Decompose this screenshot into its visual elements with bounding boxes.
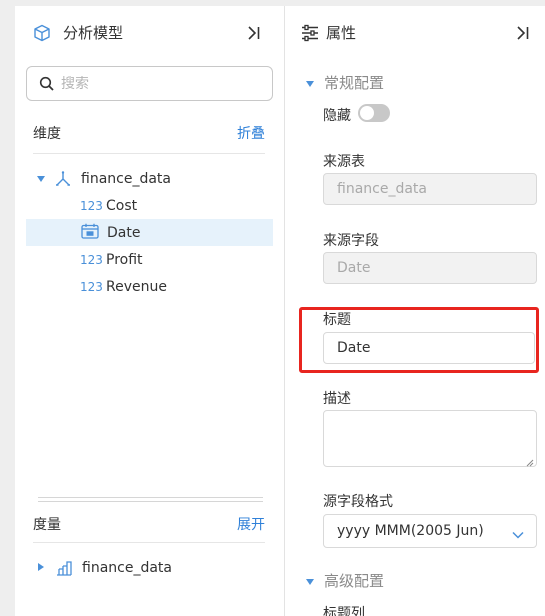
source-field-label: 来源字段	[323, 233, 379, 249]
divider	[33, 542, 265, 543]
general-config-section[interactable]: 常规配置	[305, 72, 384, 93]
description-label: 描述	[323, 391, 351, 407]
model-tree-icon	[54, 170, 72, 188]
measures-header: 度量 展开	[15, 514, 285, 536]
caret-right-icon	[37, 560, 47, 576]
dimensions-header: 维度 折叠	[15, 123, 285, 145]
divider	[33, 153, 265, 154]
title-input[interactable]: Date	[323, 332, 535, 364]
description-textarea[interactable]	[323, 410, 537, 467]
tree-root-dimensions[interactable]: finance_data	[26, 165, 273, 192]
section-title: 高级配置	[324, 572, 385, 590]
tree-root-measures[interactable]: finance_data	[26, 554, 273, 581]
caret-down-icon	[305, 572, 315, 590]
field-item-date[interactable]: Date	[26, 219, 273, 246]
search-box[interactable]	[26, 66, 273, 101]
hidden-toggle[interactable]	[358, 104, 390, 122]
measures-label: 度量	[33, 517, 61, 533]
sliders-icon	[301, 24, 319, 42]
expand-measures-link[interactable]: 展开	[237, 514, 265, 534]
field-item-profit[interactable]: 123 Profit	[26, 246, 273, 273]
resize-grip-icon[interactable]	[525, 455, 534, 467]
collapse-panel-icon[interactable]	[514, 24, 532, 42]
source-table-label: 来源表	[323, 154, 365, 170]
panel-header: 分析模型	[33, 22, 123, 43]
field-item-cost[interactable]: 123 Cost	[26, 192, 273, 219]
toggle-knob	[360, 106, 374, 120]
calendar-icon	[81, 223, 107, 243]
section-title: 常规配置	[324, 74, 385, 92]
format-value: yyyy MMM(2005 Jun)	[337, 523, 484, 539]
caret-down-icon	[305, 74, 315, 92]
format-select[interactable]: yyyy MMM(2005 Jun)	[323, 514, 537, 548]
panel-header: 属性	[301, 22, 356, 43]
field-label: Profit	[106, 251, 143, 268]
properties-panel: 属性 常规配置 隐藏 来源表 finance_data 来源字段 Date 标题…	[285, 6, 545, 616]
panel-title: 属性	[326, 24, 357, 42]
title-column-label: 标题列	[323, 606, 365, 616]
title-label: 标题	[323, 312, 351, 328]
cube-icon	[33, 24, 51, 42]
search-input[interactable]	[61, 75, 251, 92]
source-field-field: Date	[323, 252, 537, 284]
advanced-config-section[interactable]: 高级配置	[305, 570, 384, 591]
source-table-field: finance_data	[323, 173, 537, 205]
hidden-label: 隐藏	[323, 108, 351, 124]
panel-title: 分析模型	[63, 24, 124, 42]
resize-divider[interactable]	[38, 497, 263, 498]
dimensions-label: 维度	[33, 126, 61, 142]
search-icon	[39, 76, 55, 92]
number-type-icon: 123	[80, 198, 103, 213]
number-type-icon: 123	[80, 279, 103, 294]
resize-divider[interactable]	[38, 501, 263, 502]
field-label: Date	[107, 224, 141, 241]
caret-down-icon	[36, 171, 46, 187]
tree-root-label: finance_data	[81, 170, 171, 187]
field-label: Cost	[106, 197, 138, 214]
tree-root-label: finance_data	[82, 559, 172, 576]
collapse-dimensions-link[interactable]: 折叠	[237, 123, 265, 143]
field-item-revenue[interactable]: 123 Revenue	[26, 273, 273, 300]
collapse-panel-icon[interactable]	[245, 24, 263, 42]
number-type-icon: 123	[80, 252, 103, 267]
format-label: 源字段格式	[323, 494, 393, 510]
analysis-model-panel: 分析模型 维度 折叠 finance_data 123 Cost Date 12…	[15, 6, 285, 616]
chevron-down-icon	[512, 527, 524, 539]
measure-table-icon	[55, 559, 73, 577]
field-label: Revenue	[106, 278, 167, 295]
